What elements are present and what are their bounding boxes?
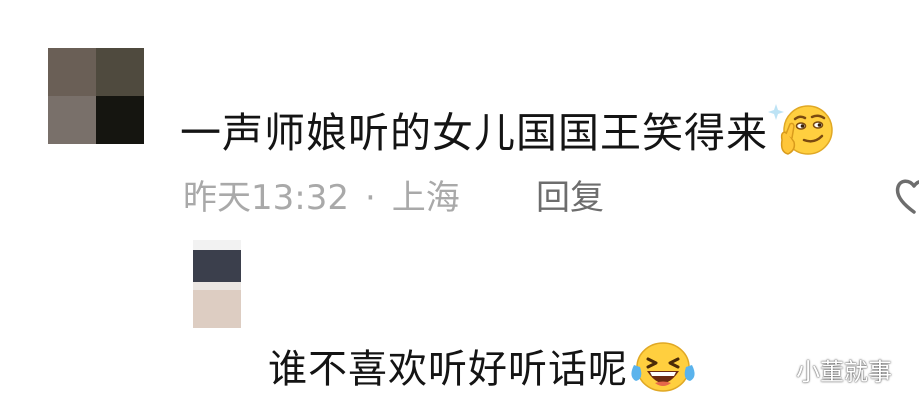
avatar-band — [193, 290, 241, 328]
replier-avatar[interactable] — [193, 240, 241, 328]
reply-body: 谁不喜欢听好听话呢 — [268, 347, 629, 393]
avatar-band — [193, 282, 241, 290]
avatar-band — [193, 250, 241, 282]
watermark: 小董就事 — [796, 358, 892, 386]
commenter-avatar[interactable] — [48, 48, 144, 144]
reply-button[interactable]: 回复 — [536, 176, 604, 220]
avatar-band — [193, 240, 241, 250]
reply-text: 谁不喜欢听好听话呢 — [268, 337, 698, 407]
avatar-pixel — [96, 96, 144, 144]
comment-time: 昨天13:32 — [183, 178, 349, 218]
heart-outline-icon[interactable] — [894, 174, 919, 218]
avatar-pixel — [48, 96, 96, 144]
comment-location: 上海 — [391, 178, 460, 218]
comment-body: 一声师娘听的女儿国国王笑得来 — [180, 109, 768, 157]
avatar-pixel — [96, 48, 144, 96]
laughing-tears-emoji-icon — [628, 337, 698, 407]
meta-separator: · — [364, 178, 376, 218]
avatar-pixel — [48, 48, 96, 96]
comment-meta: 昨天13:32 · 上海 — [183, 176, 460, 220]
smirk-thinking-emoji-icon — [768, 100, 834, 172]
comment-text: 一声师娘听的女儿国国王笑得来 — [180, 100, 834, 172]
